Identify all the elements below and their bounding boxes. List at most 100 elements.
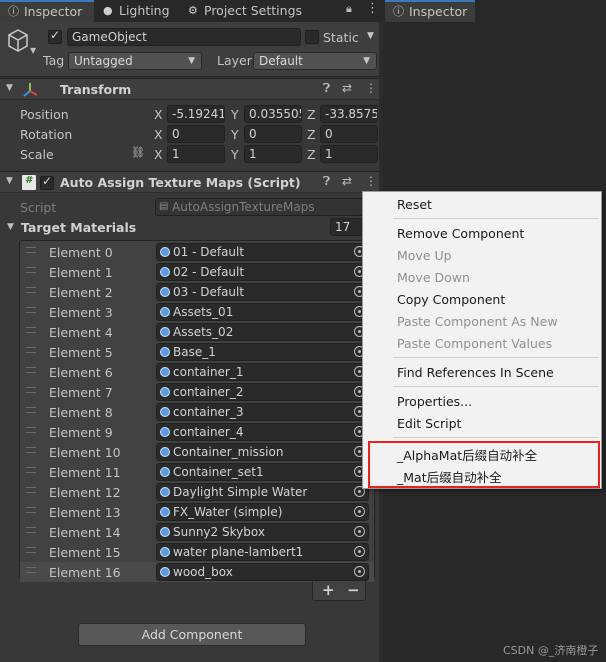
- object-field[interactable]: FX_Water (simple): [156, 503, 369, 521]
- lock-icon[interactable]: 🔒︎: [346, 2, 352, 16]
- object-field[interactable]: container_4: [156, 423, 369, 441]
- menu-item-copy-component[interactable]: Copy Component: [397, 292, 505, 307]
- script-component-header[interactable]: ▼ # Auto Assign Texture Maps (Script) ❓︎…: [0, 171, 383, 193]
- list-item[interactable]: Element 3 Assets_01: [20, 302, 374, 322]
- list-item[interactable]: Element 1 02 - Default: [20, 262, 374, 282]
- drag-handle-icon[interactable]: [26, 467, 36, 473]
- tab-inspector[interactable]: ⓘ Inspector: [385, 0, 475, 22]
- static-checkbox[interactable]: [305, 30, 319, 44]
- list-item[interactable]: Element 10 Container_mission: [20, 442, 374, 462]
- kebab-menu-icon[interactable]: ⋮: [366, 1, 379, 16]
- drag-handle-icon[interactable]: [26, 567, 36, 573]
- drag-handle-icon[interactable]: [26, 347, 36, 353]
- axis-y-label[interactable]: Y: [231, 127, 239, 142]
- drag-handle-icon[interactable]: [26, 507, 36, 513]
- presets-icon[interactable]: ⇄: [342, 174, 352, 188]
- object-field[interactable]: Container_set1: [156, 463, 369, 481]
- menu-item-remove-component[interactable]: Remove Component: [397, 226, 524, 241]
- axis-z-label[interactable]: Z: [307, 147, 316, 162]
- axis-x-label[interactable]: X: [154, 127, 163, 142]
- axis-x-label[interactable]: X: [154, 107, 163, 122]
- drag-handle-icon[interactable]: [26, 287, 36, 293]
- tab-lighting[interactable]: ● Lighting: [95, 0, 177, 22]
- scale-y-input[interactable]: 1: [244, 145, 302, 163]
- object-field[interactable]: container_2: [156, 383, 369, 401]
- layer-dropdown[interactable]: Default ▼: [253, 52, 377, 70]
- drag-handle-icon[interactable]: [26, 447, 36, 453]
- presets-icon[interactable]: ⇄: [342, 81, 352, 95]
- drag-handle-icon[interactable]: [26, 547, 36, 553]
- foldout-arrow-icon[interactable]: ▼: [7, 222, 14, 232]
- rotation-x-input[interactable]: 0: [167, 125, 225, 143]
- list-item[interactable]: Element 14 Sunny2 Skybox: [20, 522, 374, 542]
- add-component-button[interactable]: Add Component: [78, 623, 306, 646]
- transform-header[interactable]: ▼ Transform ❓︎ ⇄ ⋮: [0, 78, 383, 100]
- axis-z-label[interactable]: Z: [307, 127, 316, 142]
- rotation-z-input[interactable]: 0: [320, 125, 378, 143]
- object-field[interactable]: Assets_02: [156, 323, 369, 341]
- tag-dropdown[interactable]: Untagged ▼: [68, 52, 202, 70]
- tab-inspector[interactable]: ⓘ Inspector: [0, 0, 94, 22]
- list-item[interactable]: Element 4 Assets_02: [20, 322, 374, 342]
- rotation-y-input[interactable]: 0: [244, 125, 302, 143]
- position-x-input[interactable]: -5.19241: [167, 105, 225, 123]
- list-item[interactable]: Element 5 Base_1: [20, 342, 374, 362]
- object-picker-icon[interactable]: [354, 566, 365, 577]
- icon-dropdown-icon[interactable]: ▼: [30, 46, 36, 55]
- axis-y-label[interactable]: Y: [231, 107, 239, 122]
- tab-project-settings[interactable]: ⚙ Project Settings: [180, 0, 310, 22]
- list-item[interactable]: Element 9 container_4: [20, 422, 374, 442]
- position-y-input[interactable]: 0.035505: [244, 105, 302, 123]
- object-field[interactable]: container_3: [156, 403, 369, 421]
- drag-handle-icon[interactable]: [26, 427, 36, 433]
- axis-x-label[interactable]: X: [154, 147, 163, 162]
- object-picker-icon[interactable]: [354, 506, 365, 517]
- object-field[interactable]: Base_1: [156, 343, 369, 361]
- object-field[interactable]: wood_box: [156, 563, 369, 581]
- position-z-input[interactable]: -33.8575: [320, 105, 378, 123]
- object-field[interactable]: Container_mission: [156, 443, 369, 461]
- kebab-menu-icon[interactable]: ⋮: [365, 81, 377, 95]
- object-field[interactable]: container_1: [156, 363, 369, 381]
- menu-item-edit-script[interactable]: Edit Script: [397, 416, 461, 431]
- list-item[interactable]: Element 8 container_3: [20, 402, 374, 422]
- object-field[interactable]: Daylight Simple Water: [156, 483, 369, 501]
- target-materials-label[interactable]: Target Materials: [21, 220, 136, 235]
- scale-x-input[interactable]: 1: [167, 145, 225, 163]
- list-item[interactable]: Element 15 water plane-lambert1: [20, 542, 374, 562]
- constrain-proportions-icon[interactable]: ⛓︎: [131, 146, 145, 159]
- object-field[interactable]: Assets_01: [156, 303, 369, 321]
- help-icon[interactable]: ❓︎: [323, 174, 330, 189]
- list-item[interactable]: Element 12 Daylight Simple Water: [20, 482, 374, 502]
- menu-item-properties[interactable]: Properties...: [397, 394, 472, 409]
- kebab-menu-icon[interactable]: ⋮: [365, 174, 377, 188]
- list-item[interactable]: Element 7 container_2: [20, 382, 374, 402]
- drag-handle-icon[interactable]: [26, 387, 36, 393]
- list-item[interactable]: Element 16 wood_box: [20, 562, 374, 582]
- list-item[interactable]: Element 0 01 - Default: [20, 242, 374, 262]
- remove-element-button[interactable]: −: [347, 581, 360, 599]
- list-item[interactable]: Element 6 container_1: [20, 362, 374, 382]
- axis-y-label[interactable]: Y: [231, 147, 239, 162]
- menu-item-find-references[interactable]: Find References In Scene: [397, 365, 554, 380]
- active-checkbox[interactable]: [48, 28, 62, 44]
- drag-handle-icon[interactable]: [26, 487, 36, 493]
- list-item[interactable]: Element 2 03 - Default: [20, 282, 374, 302]
- object-field[interactable]: water plane-lambert1: [156, 543, 369, 561]
- object-field[interactable]: 03 - Default: [156, 283, 369, 301]
- add-element-button[interactable]: +: [322, 581, 335, 599]
- axis-z-label[interactable]: Z: [307, 107, 316, 122]
- object-field[interactable]: 01 - Default: [156, 243, 369, 261]
- object-picker-icon[interactable]: [354, 526, 365, 537]
- drag-handle-icon[interactable]: [26, 267, 36, 273]
- static-dropdown-icon[interactable]: ▼: [367, 31, 374, 41]
- object-field[interactable]: 02 - Default: [156, 263, 369, 281]
- drag-handle-icon[interactable]: [26, 407, 36, 413]
- drag-handle-icon[interactable]: [26, 527, 36, 533]
- help-icon[interactable]: ❓︎: [323, 81, 330, 96]
- list-item[interactable]: Element 13 FX_Water (simple): [20, 502, 374, 522]
- component-enabled-checkbox[interactable]: [40, 174, 54, 190]
- object-picker-icon[interactable]: [354, 546, 365, 557]
- drag-handle-icon[interactable]: [26, 247, 36, 253]
- object-field[interactable]: Sunny2 Skybox: [156, 523, 369, 541]
